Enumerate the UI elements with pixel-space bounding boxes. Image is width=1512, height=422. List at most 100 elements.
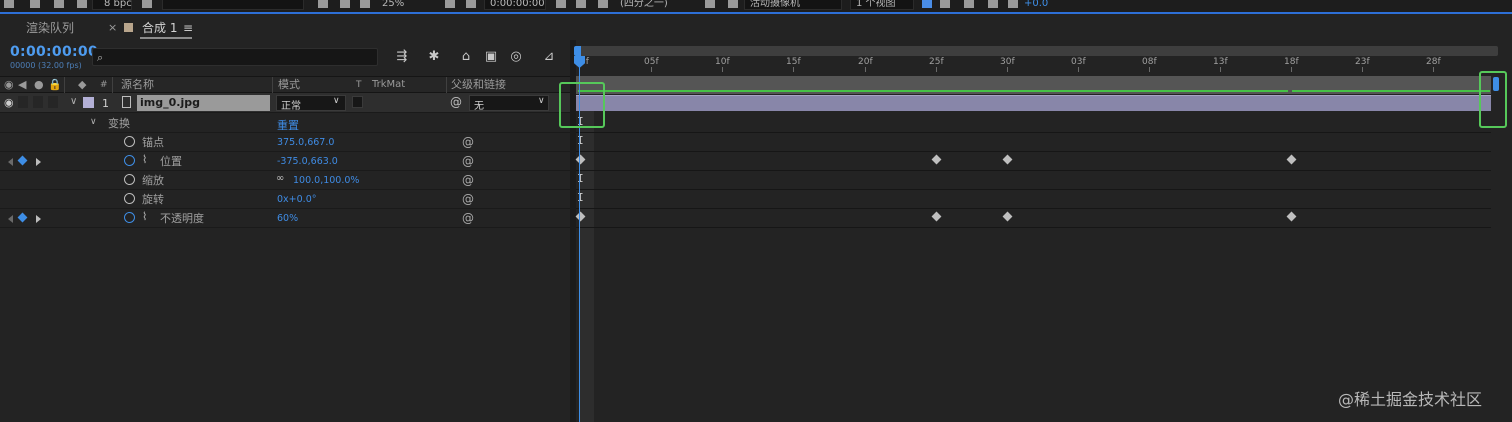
expand-chevron-icon[interactable]: ∨ — [70, 96, 77, 107]
graph-editor-icon[interactable]: ⊿ — [540, 48, 558, 66]
exposure-icon[interactable] — [1008, 0, 1018, 8]
time-ruler[interactable]: 0f 05f 10f 15f 20f 25f 30f 03f 08f 13f 1… — [576, 56, 1506, 72]
property-row-opacity[interactable]: ⌇ 不透明度 60% @ — [0, 209, 570, 228]
shy-icon[interactable]: ⌂ — [457, 48, 475, 66]
color-icon[interactable] — [576, 0, 586, 8]
frame-blend-icon[interactable]: ▣ — [482, 48, 500, 66]
property-row-scale[interactable]: 缩放 ∞ 100.0,100.0% @ — [0, 171, 570, 190]
tab-composition[interactable]: 合成 1 — [142, 19, 177, 37]
toolbar-timecode[interactable]: 0:00:00:00 — [490, 0, 545, 11]
eye-icon[interactable]: ◉ — [4, 78, 14, 92]
resolution-dropdown[interactable]: (四分之一) — [620, 0, 668, 11]
property-value[interactable]: 375.0,667.0 — [277, 137, 334, 148]
stopwatch-icon[interactable] — [124, 136, 135, 147]
header-mode[interactable]: 模式 — [278, 78, 300, 92]
keyframe-diamond[interactable] — [931, 154, 942, 165]
header-parent[interactable]: 父级和链接 — [451, 78, 506, 92]
property-row-rotation[interactable]: 旋转 0x+0.0° @ — [0, 190, 570, 209]
layer-name[interactable]: img_0.jpg — [140, 96, 200, 110]
audio-toggle[interactable] — [18, 96, 28, 108]
pick-whip-icon[interactable]: @ — [462, 192, 474, 206]
pick-whip-icon[interactable]: @ — [462, 135, 474, 149]
next-keyframe-icon[interactable] — [36, 215, 41, 223]
property-row-position[interactable]: ⌇ 位置 -375.0,663.0 @ — [0, 152, 570, 171]
transform-reset-link[interactable]: 重置 — [277, 117, 299, 133]
solo-toggle[interactable] — [33, 96, 43, 108]
pick-whip-icon[interactable]: @ — [462, 173, 474, 187]
property-value[interactable]: 100.0,100.0% — [293, 175, 359, 186]
stopwatch-icon[interactable] — [124, 193, 135, 204]
header-trkmat[interactable]: TrkMat — [372, 78, 405, 92]
stopwatch-active-icon[interactable] — [124, 155, 135, 166]
layer-search-input[interactable]: ⌕ — [92, 48, 378, 66]
add-keyframe-icon[interactable] — [17, 155, 28, 166]
frame-icon[interactable] — [466, 0, 476, 8]
camera-icon[interactable] — [556, 0, 566, 8]
zoom-dropdown[interactable]: 25% — [382, 0, 404, 11]
comp-icon[interactable] — [30, 0, 40, 8]
current-time-display[interactable]: 0:00:00:00 — [10, 44, 98, 60]
pick-whip-icon[interactable]: @ — [450, 95, 462, 109]
keyframe-diamond[interactable] — [1002, 211, 1013, 222]
property-row-anchor-point[interactable]: 锚点 375.0,667.0 @ — [0, 133, 570, 152]
property-value[interactable]: 0x+0.0° — [277, 194, 316, 205]
keyframe-diamond[interactable] — [1286, 154, 1297, 165]
label-tag-icon[interactable]: ◆ — [78, 78, 86, 92]
pick-whip-icon[interactable]: @ — [462, 211, 474, 225]
reset-exposure-icon[interactable] — [988, 0, 998, 8]
audio-icon[interactable]: ◀ — [18, 78, 26, 92]
expand-chevron-icon[interactable]: ∨ — [90, 117, 97, 127]
render-icon[interactable] — [4, 0, 14, 8]
bpc-label[interactable]: 8 bpc — [104, 0, 132, 11]
region-icon[interactable] — [54, 0, 64, 8]
layer-row[interactable]: ◉ ∨ 1 img_0.jpg 正常 ∨ @ 无 ∨ — [0, 93, 570, 113]
property-value[interactable]: -375.0,663.0 — [277, 156, 338, 167]
keyframe-diamond[interactable] — [1002, 154, 1013, 165]
stopwatch-icon[interactable] — [124, 174, 135, 185]
alpha-icon[interactable] — [598, 0, 608, 8]
draft-3d-icon[interactable]: ✱ — [425, 48, 443, 66]
magnify-icon[interactable] — [340, 0, 350, 8]
add-keyframe-icon[interactable] — [17, 212, 28, 223]
lock-toggle[interactable] — [48, 96, 58, 108]
region-of-interest-icon[interactable] — [705, 0, 715, 8]
layout-icon[interactable] — [922, 0, 932, 8]
export-icon[interactable] — [940, 0, 950, 8]
property-value[interactable]: 60% — [277, 213, 298, 224]
solo-icon[interactable]: ● — [34, 78, 44, 92]
channel-icon[interactable] — [360, 0, 370, 8]
menu-icon[interactable]: ≡ — [183, 19, 193, 37]
toolbar-field[interactable] — [162, 0, 304, 10]
constrain-link-icon[interactable]: ∞ — [276, 173, 284, 184]
fit-icon[interactable] — [445, 0, 455, 8]
visibility-eye-icon[interactable]: ◉ — [4, 96, 14, 109]
prev-keyframe-icon[interactable] — [8, 158, 13, 166]
grid-icon[interactable] — [318, 0, 328, 8]
layer-label-color[interactable] — [83, 97, 94, 108]
work-area-start-handle[interactable] — [574, 46, 581, 56]
pick-whip-icon[interactable]: @ — [462, 154, 474, 168]
header-source-name[interactable]: 源名称 — [121, 78, 154, 92]
work-area-bar[interactable] — [576, 46, 1498, 56]
views-dropdown[interactable]: 1 个视图 — [856, 0, 896, 11]
timeline-panel[interactable]: 0f 05f 10f 15f 20f 25f 30f 03f 08f 13f 1… — [574, 40, 1512, 422]
close-icon[interactable]: × — [108, 19, 117, 37]
trkmat-box[interactable] — [352, 96, 363, 108]
keyframe-diamond[interactable] — [1286, 211, 1297, 222]
next-keyframe-icon[interactable] — [36, 158, 41, 166]
stopwatch-active-icon[interactable] — [124, 212, 135, 223]
tab-render-queue[interactable]: 渲染队列 — [26, 19, 74, 37]
transform-group-row[interactable]: ∨ 变换 重置 — [0, 114, 570, 133]
trash-icon[interactable] — [142, 0, 152, 8]
layer-duration-bar[interactable] — [576, 95, 1491, 111]
motion-blur-icon[interactable]: ◎ — [507, 48, 525, 66]
lock-icon[interactable]: 🔒 — [48, 78, 62, 92]
flowchart-icon[interactable] — [77, 0, 87, 8]
header-t[interactable]: T — [356, 78, 362, 92]
fast-preview-icon[interactable] — [964, 0, 974, 8]
transparency-icon[interactable] — [728, 0, 738, 8]
prev-keyframe-icon[interactable] — [8, 215, 13, 223]
keyframe-diamond[interactable] — [931, 211, 942, 222]
camera-dropdown[interactable]: 活动摄像机 — [750, 0, 800, 11]
exposure-value[interactable]: +0.0 — [1024, 0, 1048, 11]
